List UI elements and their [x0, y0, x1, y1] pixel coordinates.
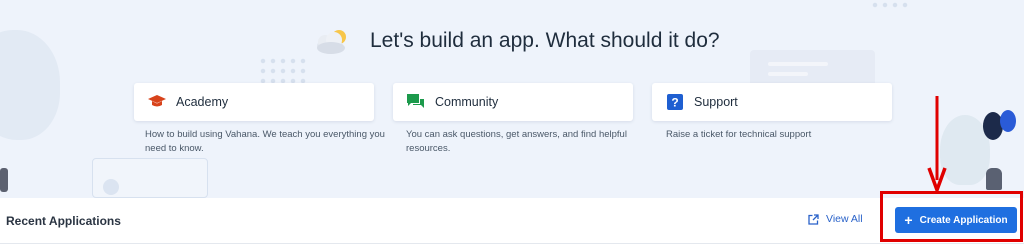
recent-applications-title: Recent Applications — [6, 214, 121, 228]
academy-card-label: Academy — [176, 95, 229, 109]
svg-text:?: ? — [671, 96, 678, 110]
external-link-icon — [808, 213, 819, 225]
background-leaf-illustration — [0, 30, 60, 140]
question-square-icon: ? — [666, 93, 684, 111]
academy-card-description: How to build using Vahana. We teach you … — [145, 129, 385, 154]
annotation-arrow — [927, 96, 947, 194]
view-all-link[interactable]: View All — [808, 213, 863, 225]
person-illustration — [986, 168, 1002, 190]
community-card-description: You can ask questions, get answers, and … — [406, 129, 627, 154]
cloud-sun-icon — [317, 30, 346, 54]
graduation-cap-icon — [148, 93, 166, 111]
community-card[interactable]: Community — [393, 83, 633, 121]
balloon-illustration — [1000, 110, 1016, 132]
chat-bubbles-icon — [407, 93, 425, 111]
background-panel-illustration — [92, 158, 208, 198]
academy-card[interactable]: Academy — [134, 83, 374, 121]
view-all-label: View All — [826, 213, 863, 225]
page-title: Let's build an app. What should it do? — [370, 29, 720, 52]
person-illustration — [0, 168, 8, 192]
annotation-highlight-box — [880, 191, 1023, 242]
support-card[interactable]: ? Support — [652, 83, 892, 121]
support-card-description: Raise a ticket for technical support — [666, 129, 812, 140]
background-dot-pattern — [870, 0, 910, 8]
community-card-label: Community — [435, 95, 499, 109]
recent-applications-header — [0, 198, 1024, 244]
support-card-label: Support — [694, 95, 738, 109]
